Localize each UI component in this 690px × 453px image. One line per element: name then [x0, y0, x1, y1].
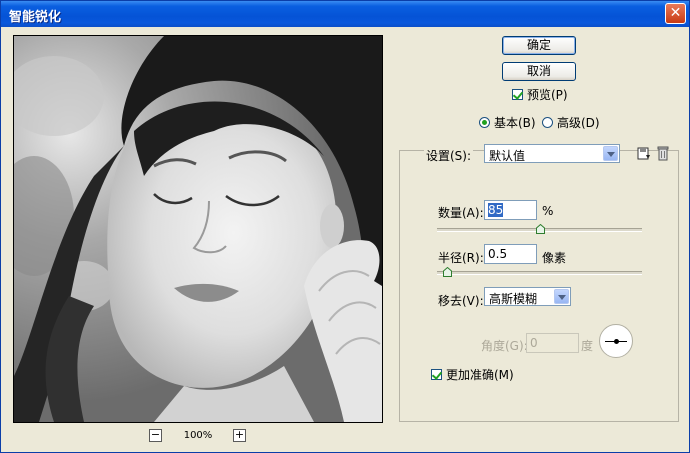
more-accurate-checkbox-box[interactable]: [431, 369, 443, 380]
settings-dropdown[interactable]: 默认值: [484, 144, 620, 163]
preview-checkbox-label: 预览(P): [527, 88, 568, 102]
checkmark-icon: [512, 89, 524, 100]
more-accurate-checkbox[interactable]: 更加准确(M): [431, 366, 514, 383]
radius-slider-thumb[interactable]: [443, 267, 453, 277]
angle-label: 角度(G):: [481, 339, 528, 353]
smart-sharpen-dialog: 智能锐化 ✕ − 100% + 确定 取消 预览(P) 基本(B) 高级(D) …: [0, 0, 690, 453]
preview-checkbox[interactable]: 预览(P): [512, 86, 568, 103]
zoom-controls: − 100% +: [149, 429, 249, 445]
remove-dropdown[interactable]: 高斯模糊: [484, 287, 571, 306]
radius-value: 0.5: [488, 247, 508, 261]
settings-value: 默认值: [489, 149, 526, 163]
mode-advanced-label: 高级(D): [557, 116, 600, 130]
more-accurate-label: 更加准确(M): [446, 368, 514, 382]
radius-label: 半径(R):: [438, 251, 484, 265]
zoom-level: 100%: [183, 430, 213, 441]
radio-dot-icon: [482, 120, 487, 125]
angle-value: 0: [530, 336, 538, 350]
window-title: 智能锐化: [9, 10, 62, 25]
remove-label: 移去(V):: [438, 294, 484, 308]
chevron-down-icon: [554, 289, 569, 304]
amount-input[interactable]: 85: [484, 200, 537, 220]
amount-label: 数量(A):: [438, 206, 484, 220]
preview-checkbox-box[interactable]: [512, 89, 524, 100]
mode-basic-radio[interactable]: 基本(B): [479, 114, 536, 131]
title-bar[interactable]: 智能锐化 ✕: [1, 1, 689, 27]
trash-icon[interactable]: [656, 146, 670, 161]
chevron-down-icon: [603, 146, 618, 161]
close-icon: ✕: [669, 5, 682, 21]
angle-input: 0: [526, 333, 579, 353]
preview-image[interactable]: [13, 35, 383, 423]
amount-unit: %: [542, 204, 554, 218]
cancel-button[interactable]: 取消: [502, 62, 576, 81]
amount-slider-thumb[interactable]: [535, 224, 545, 234]
settings-label: 设置(S):: [424, 147, 474, 164]
minus-icon: −: [150, 428, 161, 441]
portrait-photo: [14, 36, 382, 422]
radio-selected[interactable]: [479, 117, 490, 128]
radius-slider-track[interactable]: [437, 271, 642, 275]
ok-button[interactable]: 确定: [502, 36, 576, 55]
mode-basic-label: 基本(B): [494, 116, 536, 130]
checkmark-icon: [431, 369, 443, 380]
save-settings-icon[interactable]: [637, 146, 651, 161]
mode-advanced-radio[interactable]: 高级(D): [542, 114, 600, 131]
angle-dial-center: [614, 339, 619, 344]
angle-unit: 度: [581, 339, 594, 353]
plus-icon: +: [234, 428, 245, 441]
zoom-in-button[interactable]: +: [233, 429, 246, 442]
radio-unselected[interactable]: [542, 117, 553, 128]
remove-value: 高斯模糊: [489, 292, 538, 306]
amount-value: 85: [488, 203, 504, 217]
zoom-out-button[interactable]: −: [149, 429, 162, 442]
close-button[interactable]: ✕: [665, 3, 686, 24]
angle-dial: [599, 324, 633, 358]
radius-input[interactable]: 0.5: [484, 244, 537, 264]
radius-unit: 像素: [542, 251, 567, 265]
